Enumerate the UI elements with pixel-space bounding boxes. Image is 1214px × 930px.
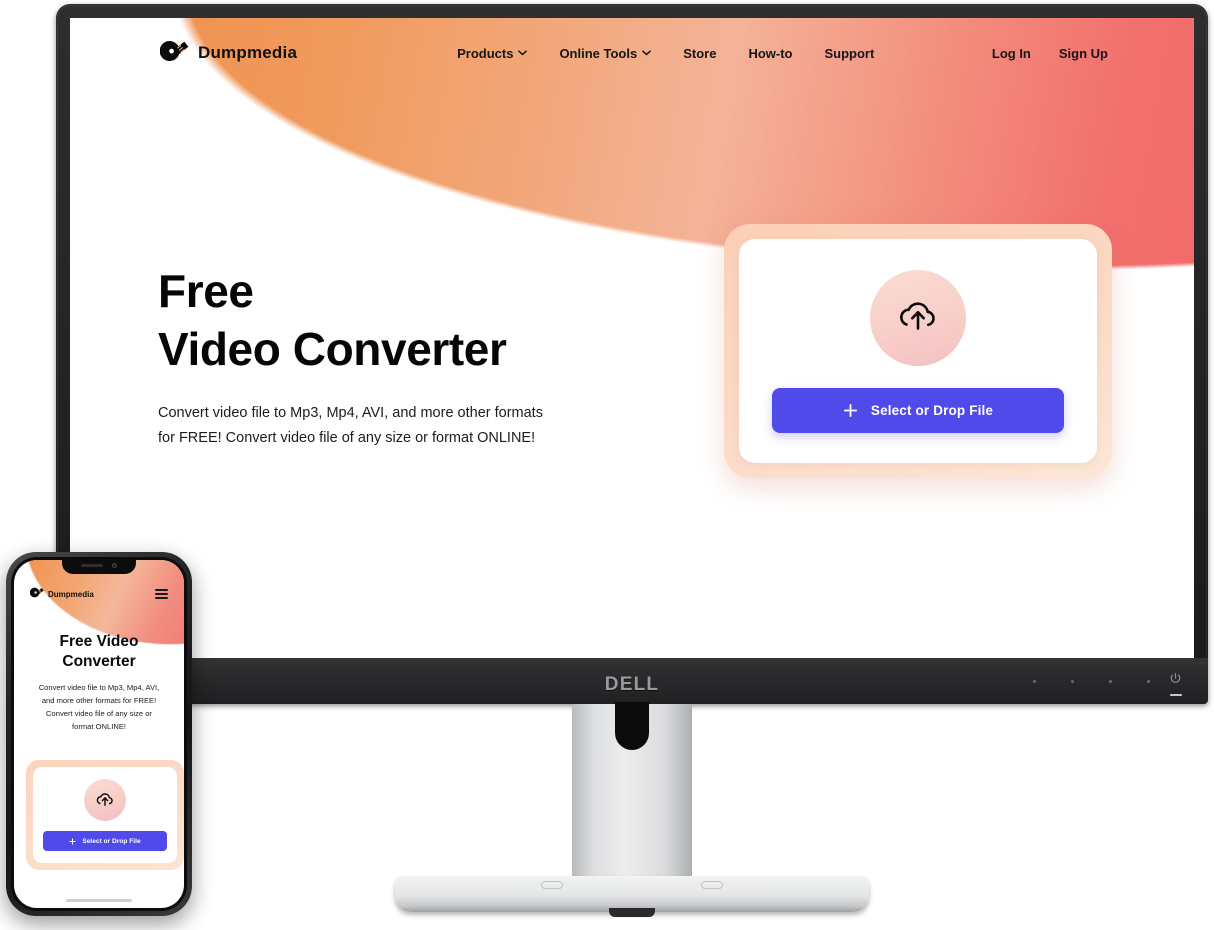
brand-logo-link[interactable]: Dumpmedia — [159, 40, 298, 67]
stand-base-foot — [609, 908, 655, 917]
login-link[interactable]: Log In — [992, 46, 1031, 61]
stand-base-hole-right — [701, 881, 723, 889]
phone-select-or-drop-file-button[interactable]: Select or Drop File — [43, 831, 167, 851]
plus-icon — [843, 403, 857, 417]
desktop-monitor: Dumpmedia Products Online Tools Store Ho… — [56, 4, 1208, 917]
plus-icon — [69, 837, 77, 845]
upload-icon-circle — [870, 269, 966, 366]
hero-title-line-2: Video Converter — [158, 322, 507, 375]
phone-hero-subtitle-line-3: Convert video file of any size or — [46, 709, 152, 719]
nav-item-store[interactable]: Store — [683, 46, 716, 61]
nav-label: Products — [457, 45, 514, 61]
phone-upload-button-label: Select or Drop File — [82, 837, 141, 845]
hero-title-line-1: Free — [158, 265, 254, 317]
monitor-chin: DELL — [56, 658, 1208, 704]
phone-upload-dropzone-frame[interactable]: Select or Drop File — [26, 760, 184, 870]
upload-card[interactable]: Select or Drop File — [739, 239, 1097, 463]
phone-home-indicator — [66, 899, 132, 902]
phone-screen: Dumpmedia Free Video Converter Convert v… — [14, 560, 184, 908]
dumpmedia-disc-logo-icon — [159, 40, 189, 67]
monitor-osd-buttons[interactable] — [1033, 680, 1150, 683]
hero-subtitle: Convert video file to Mp3, Mp4, AVI, and… — [158, 401, 543, 451]
nav-item-products[interactable]: Products — [457, 45, 528, 61]
nav-label: Online Tools — [559, 45, 638, 61]
site-header: Dumpmedia Products Online Tools Store Ho… — [70, 18, 1194, 88]
phone-hero-title-line-1: Free Video — [59, 633, 139, 650]
phone-hero-title-line-2: Converter — [62, 653, 136, 671]
website-viewport: Dumpmedia Products Online Tools Store Ho… — [70, 18, 1194, 658]
power-icon[interactable] — [1169, 672, 1182, 685]
monitor-stand-neck — [572, 702, 692, 884]
signup-link[interactable]: Sign Up — [1059, 46, 1108, 61]
select-or-drop-file-button[interactable]: Select or Drop File — [772, 387, 1064, 433]
phone-notch — [62, 557, 136, 574]
phone-upload-card[interactable]: Select or Drop File — [33, 767, 177, 863]
monitor-screen: Dumpmedia Products Online Tools Store Ho… — [70, 18, 1194, 658]
nav-item-how-to[interactable]: How-to — [748, 46, 792, 61]
monitor-power-led — [1170, 694, 1182, 696]
phone-brand-name: Dumpmedia — [48, 589, 94, 599]
hero-subtitle-line-1: Convert video file to Mp3, Mp4, AVI, and… — [158, 404, 543, 421]
phone-upload-icon-circle — [84, 779, 126, 821]
upload-button-label: Select or Drop File — [870, 402, 994, 418]
nav-label: Store — [683, 45, 717, 61]
phone-front-camera — [112, 563, 117, 568]
hero-copy: Free Video Converter Convert video file … — [158, 263, 543, 451]
phone-hero-title: Free Video Converter — [24, 632, 174, 672]
brand-name: Dumpmedia — [198, 43, 298, 62]
hamburger-menu-icon[interactable] — [155, 588, 168, 600]
phone-hero-subtitle-line-1: Convert video file to Mp3, Mp4, AVI, — [38, 683, 160, 693]
device-mockup-scene: Dumpmedia Products Online Tools Store Ho… — [0, 0, 1214, 930]
nav-label: Support — [824, 45, 875, 61]
auth-actions: Log In Sign Up — [992, 46, 1108, 61]
phone-hero-subtitle: Convert video file to Mp3, Mp4, AVI, and… — [24, 681, 174, 733]
nav-item-online-tools[interactable]: Online Tools — [559, 45, 652, 61]
monitor-stand-base — [395, 876, 869, 917]
mobile-phone-mockup: Dumpmedia Free Video Converter Convert v… — [6, 552, 192, 916]
phone-brand-logo-link[interactable]: Dumpmedia — [29, 585, 94, 603]
hero-subtitle-line-2: for FREE! Convert video file of any size… — [158, 429, 536, 446]
chevron-down-icon — [518, 50, 528, 56]
dell-brand-logo: DELL — [604, 674, 660, 695]
stand-base-hole-left — [541, 881, 563, 889]
cloud-upload-icon — [96, 792, 113, 806]
phone-header: Dumpmedia — [14, 582, 184, 606]
chevron-down-icon — [642, 50, 652, 56]
stand-cable-slot — [615, 702, 649, 750]
dumpmedia-disc-logo-icon — [29, 585, 44, 603]
hero-title: Free Video Converter — [158, 263, 543, 379]
phone-hero-subtitle-line-4: format ONLINE! — [71, 722, 126, 732]
nav-label: How-to — [748, 45, 793, 61]
phone-speaker — [81, 564, 103, 567]
main-navigation: Products Online Tools Store How-to Suppo… — [457, 46, 874, 61]
upload-dropzone-frame[interactable]: Select or Drop File — [724, 224, 1112, 478]
phone-hero-subtitle-line-2: and more other formats for FREE! — [41, 696, 157, 706]
phone-hero-copy: Free Video Converter Convert video file … — [14, 632, 184, 733]
nav-item-support[interactable]: Support — [824, 46, 874, 61]
phone-frame: Dumpmedia Free Video Converter Convert v… — [11, 557, 187, 911]
cloud-upload-icon — [900, 301, 935, 330]
